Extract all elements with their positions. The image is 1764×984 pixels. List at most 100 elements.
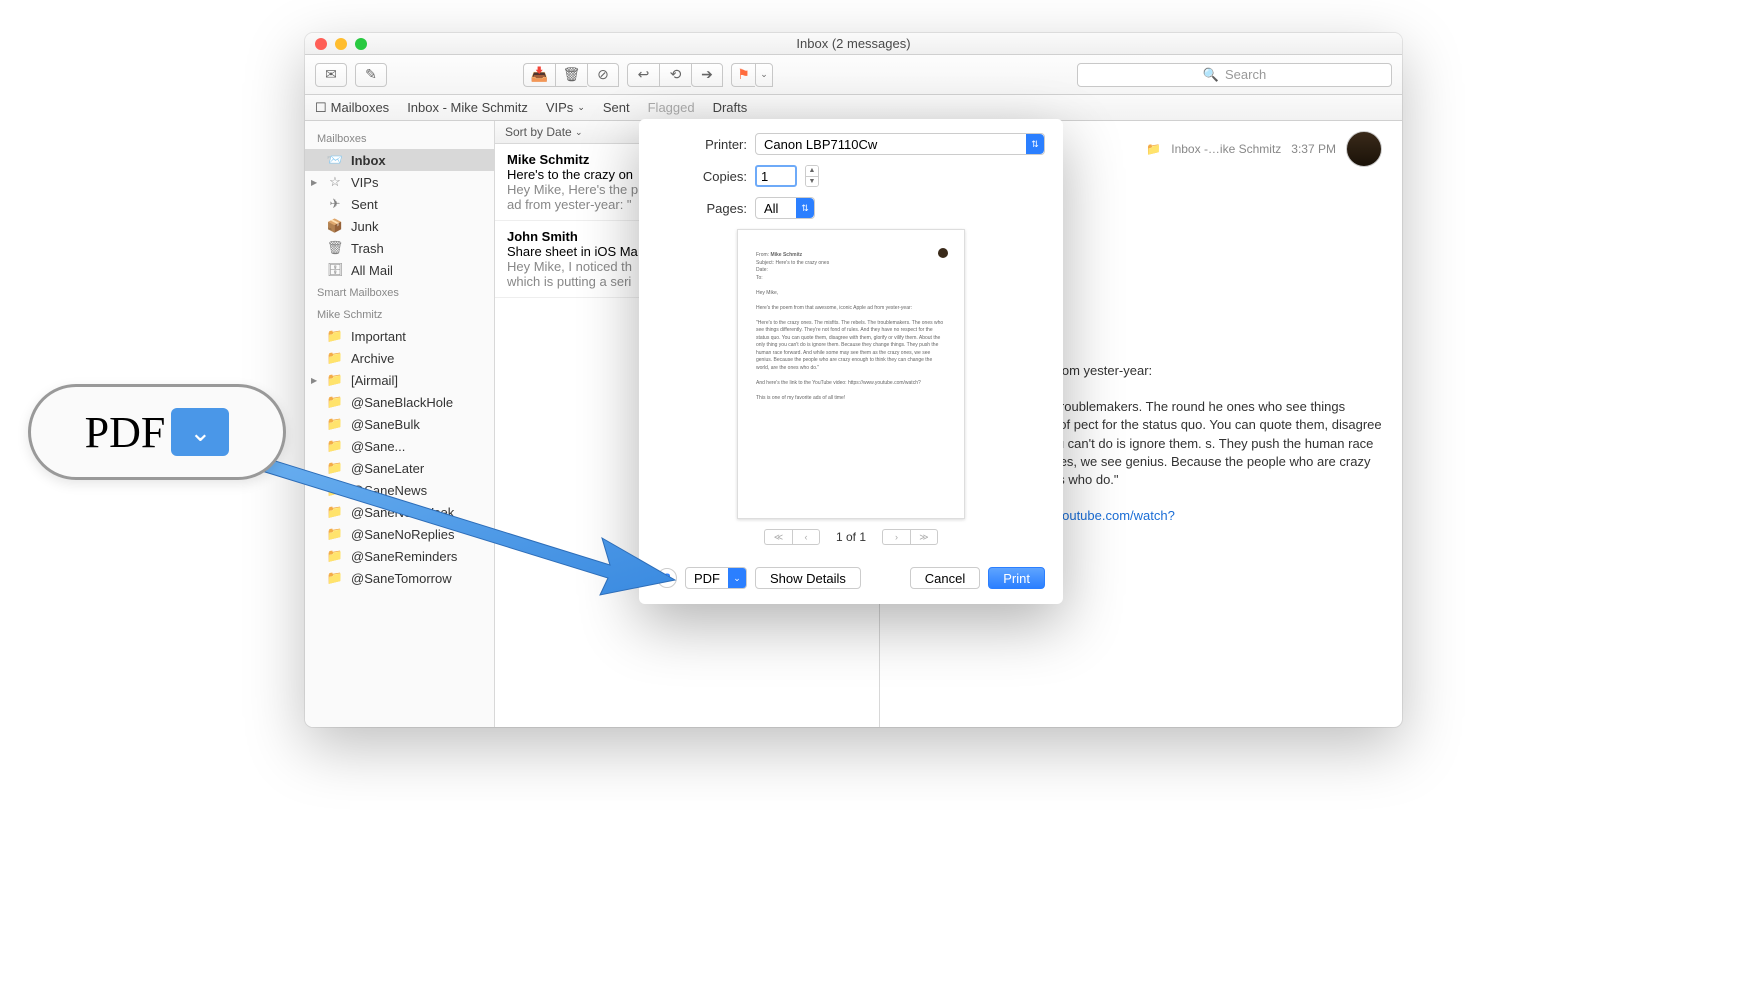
inbox-icon: 📨 xyxy=(327,152,343,168)
folder-icon: 📁 xyxy=(327,372,343,388)
last-page-button[interactable]: ≫ xyxy=(910,529,938,545)
get-mail-button[interactable]: ✉ xyxy=(315,63,347,87)
junk-button[interactable]: ⊘ xyxy=(587,63,619,87)
star-icon: ☆ xyxy=(327,174,343,190)
fav-vips[interactable]: VIPs ⌄ xyxy=(546,100,585,115)
chevron-down-icon: ⌄ xyxy=(171,408,229,456)
folder-icon: 📁 xyxy=(327,526,343,542)
sidebar-item-vips[interactable]: ☆VIPs xyxy=(305,171,494,193)
fav-inbox[interactable]: Inbox - Mike Schmitz xyxy=(407,100,528,115)
reply-group: ↩ ⟲ ➔ xyxy=(627,63,723,87)
prev-page-button[interactable]: ‹ xyxy=(792,529,820,545)
sidebar-item-sanenoreplies[interactable]: 📁@SaneNoReplies xyxy=(305,523,494,545)
folder-icon: 📁 xyxy=(327,416,343,432)
message-header-info: 📁 Inbox -…ike Schmitz 3:37 PM xyxy=(1146,131,1382,167)
sidebar-item-trash[interactable]: 🗑Trash xyxy=(305,237,494,259)
folder-icon: 📁 xyxy=(1146,142,1161,156)
sidebar-item-saneblackhole[interactable]: 📁@SaneBlackHole xyxy=(305,391,494,413)
search-placeholder: Search xyxy=(1225,67,1266,82)
trash-icon: 🗑 xyxy=(327,240,343,256)
search-icon: 🔍 xyxy=(1203,67,1219,83)
stepper-down-icon[interactable]: ▼ xyxy=(806,177,818,187)
msg-time: 3:37 PM xyxy=(1291,142,1336,156)
delete-button[interactable]: 🗑 xyxy=(555,63,587,87)
sidebar-item-junk[interactable]: 📦Junk xyxy=(305,215,494,237)
copies-stepper[interactable]: ▲ ▼ xyxy=(805,165,819,187)
sent-icon: ✈ xyxy=(327,196,343,212)
printer-select[interactable]: Canon LBP7110Cw ⇅ xyxy=(755,133,1045,155)
avatar xyxy=(1346,131,1382,167)
help-button[interactable]: ? xyxy=(657,568,677,588)
folder-icon: 📁 xyxy=(327,394,343,410)
folder-icon: 📁 xyxy=(327,548,343,564)
sidebar-item-sanenextweek[interactable]: 📁@SaneNextWeek xyxy=(305,501,494,523)
print-preview: From: Mike SchmitzSubject: Here's to the… xyxy=(737,229,965,519)
print-button[interactable]: Print xyxy=(988,567,1045,589)
sidebar-item-sanelater[interactable]: 📁@SaneLater xyxy=(305,457,494,479)
window-title: Inbox (2 messages) xyxy=(305,36,1402,51)
folder-icon: 📁 xyxy=(327,438,343,454)
sidebar-item-sane[interactable]: 📁@Sane... xyxy=(305,435,494,457)
stepper-up-icon[interactable]: ▲ xyxy=(806,166,818,177)
search-input[interactable]: 🔍 Search xyxy=(1077,63,1392,87)
chevron-updown-icon: ⇅ xyxy=(796,198,814,218)
sidebar: Mailboxes 📨Inbox ☆VIPs ✈Sent 📦Junk 🗑Tras… xyxy=(305,121,495,727)
sidebar-item-important[interactable]: 📁Important xyxy=(305,325,494,347)
chevron-down-icon: ⌄ xyxy=(728,568,746,588)
archive-button[interactable]: 📥 xyxy=(523,63,555,87)
archive-group: 📥 🗑 ⊘ xyxy=(523,63,619,87)
titlebar: Inbox (2 messages) xyxy=(305,33,1402,55)
msg-folder: Inbox -…ike Schmitz xyxy=(1171,142,1281,156)
preview-avatar xyxy=(938,248,948,258)
dialog-footer: ? PDF ⌄ Show Details Cancel Print xyxy=(657,567,1045,589)
pdf-dropdown-button[interactable]: PDF ⌄ xyxy=(685,567,747,589)
folder-icon: 📁 xyxy=(327,482,343,498)
compose-button[interactable]: ✎ xyxy=(355,63,387,87)
toolbar: ✉ ✎ 📥 🗑 ⊘ ↩ ⟲ ➔ ⚑ ⌄ 🔍 Search xyxy=(305,55,1402,95)
printer-label: Printer: xyxy=(657,137,747,152)
first-page-button[interactable]: ≪ xyxy=(764,529,792,545)
fav-sent[interactable]: Sent xyxy=(603,100,630,115)
junk-icon: 📦 xyxy=(327,218,343,234)
folder-icon: 📁 xyxy=(327,350,343,366)
folder-icon: 📁 xyxy=(327,328,343,344)
folder-icon: 📁 xyxy=(327,570,343,586)
sidebar-item-sanenews[interactable]: 📁@SaneNews xyxy=(305,479,494,501)
fav-flagged[interactable]: Flagged xyxy=(648,100,695,115)
pages-label: Pages: xyxy=(657,201,747,216)
cancel-button[interactable]: Cancel xyxy=(910,567,980,589)
sidebar-item-sanereminders[interactable]: 📁@SaneReminders xyxy=(305,545,494,567)
folder-icon: 📁 xyxy=(327,504,343,520)
flag-menu-button[interactable]: ⌄ xyxy=(755,63,773,87)
sidebar-item-sanebulk[interactable]: 📁@SaneBulk xyxy=(305,413,494,435)
annotation-callout: PDF ⌄ xyxy=(28,384,286,480)
page-indicator: 1 of 1 xyxy=(836,530,866,544)
callout-label: PDF xyxy=(85,407,166,458)
copies-input[interactable] xyxy=(755,165,797,187)
fav-drafts[interactable]: Drafts xyxy=(713,100,748,115)
sidebar-item-allmail[interactable]: 🗄All Mail xyxy=(305,259,494,281)
sidebar-item-sent[interactable]: ✈Sent xyxy=(305,193,494,215)
sidebar-header-smart: Smart Mailboxes xyxy=(305,281,494,303)
allmail-icon: 🗄 xyxy=(327,262,343,278)
sidebar-item-archive[interactable]: 📁Archive xyxy=(305,347,494,369)
reply-all-button[interactable]: ⟲ xyxy=(659,63,691,87)
next-page-button[interactable]: › xyxy=(882,529,910,545)
fav-mailboxes[interactable]: ☐ Mailboxes xyxy=(315,100,389,116)
sidebar-item-inbox[interactable]: 📨Inbox xyxy=(305,149,494,171)
forward-button[interactable]: ➔ xyxy=(691,63,723,87)
reply-button[interactable]: ↩ xyxy=(627,63,659,87)
pages-select[interactable]: All ⇅ xyxy=(755,197,815,219)
favorites-bar: ☐ Mailboxes Inbox - Mike Schmitz VIPs ⌄ … xyxy=(305,95,1402,121)
print-dialog: Printer: Canon LBP7110Cw ⇅ Copies: ▲ ▼ P… xyxy=(639,119,1063,604)
sidebar-header-mailboxes: Mailboxes xyxy=(305,127,494,149)
flag-button[interactable]: ⚑ xyxy=(731,63,755,87)
print-pager: ≪ ‹ 1 of 1 › ≫ xyxy=(657,529,1045,545)
folder-icon: 📁 xyxy=(327,460,343,476)
sidebar-header-account: Mike Schmitz xyxy=(305,303,494,325)
sidebar-item-airmail[interactable]: 📁[Airmail] xyxy=(305,369,494,391)
show-details-button[interactable]: Show Details xyxy=(755,567,861,589)
sidebar-item-sanetomorrow[interactable]: 📁@SaneTomorrow xyxy=(305,567,494,589)
flag-group: ⚑ ⌄ xyxy=(731,63,773,87)
chevron-updown-icon: ⇅ xyxy=(1026,134,1044,154)
